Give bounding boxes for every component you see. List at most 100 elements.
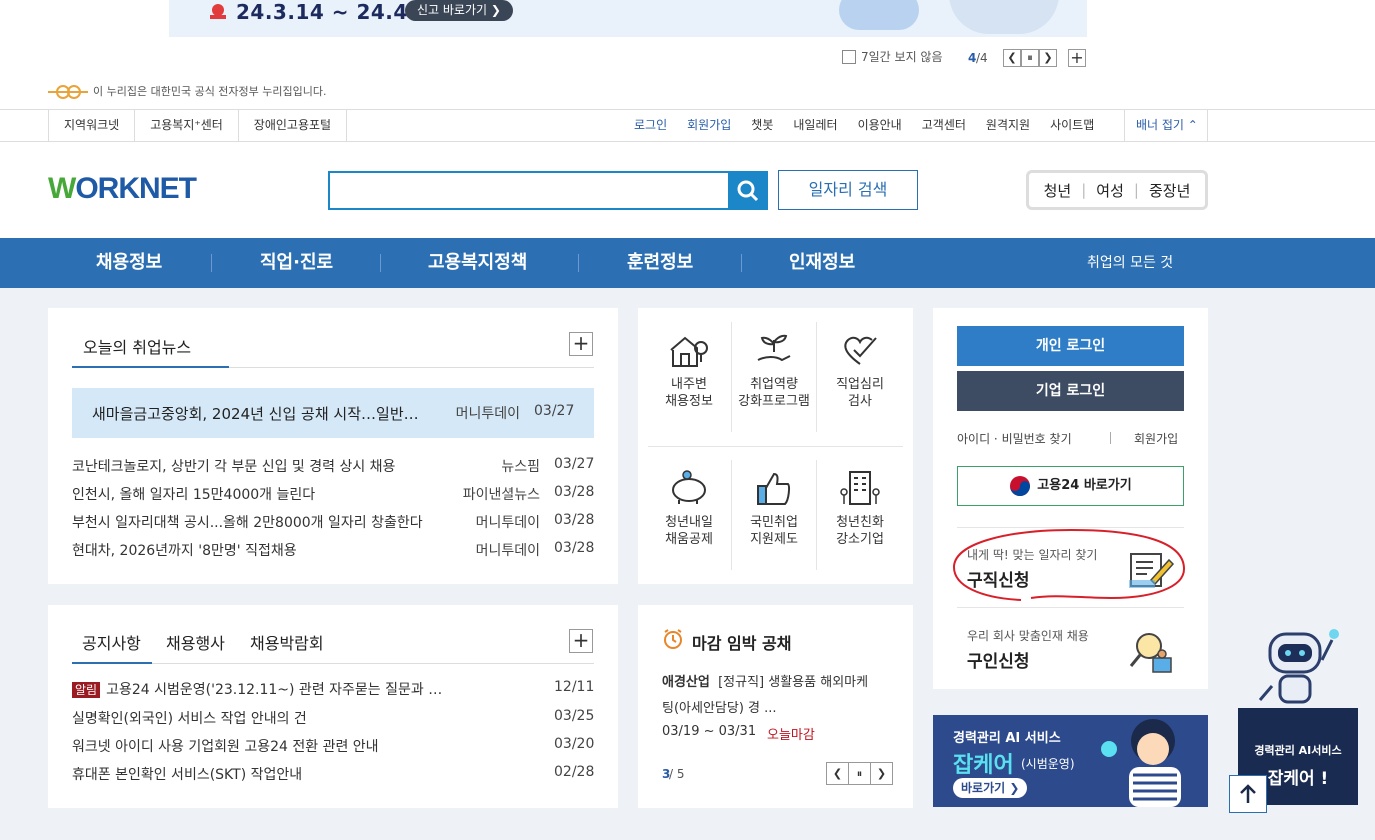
search-input[interactable] xyxy=(328,171,730,210)
news-date: 03/28 xyxy=(554,540,595,556)
notice-item[interactable]: 실명확인(외국인) 서비스 작업 안내의 건 03/25 xyxy=(72,708,594,728)
worknet-logo[interactable]: WORKNET xyxy=(48,172,197,206)
util-customer-link[interactable]: 고객센터 xyxy=(912,109,976,142)
nav-recruit[interactable]: 채용정보 xyxy=(96,238,162,288)
search-icon xyxy=(737,180,759,202)
news-item[interactable]: 부천시 일자리대책 공시...올해 2만8000개 일자리 창출한다 머니투데이… xyxy=(72,512,594,532)
notice-item[interactable]: 휴대폰 본인확인 서비스(SKT) 작업안내 02/28 xyxy=(72,764,594,784)
deadline-pause-button[interactable]: ⏸ xyxy=(848,762,871,785)
news-highlight-row[interactable]: 새마을금고중앙회, 2024년 신입 공채 시작…일반… 머니투데이 03/27 xyxy=(92,403,574,423)
job-search-button[interactable]: 일자리 검색 xyxy=(778,170,918,210)
banner-fold-button[interactable]: 배너 접기 ⌃ xyxy=(1124,109,1208,142)
util-login-link[interactable]: 로그인 xyxy=(624,109,677,142)
news-title: 부천시 일자리대책 공시...올해 2만8000개 일자리 창출한다 xyxy=(72,515,423,531)
nav-training[interactable]: 훈련정보 xyxy=(627,238,693,288)
taegeuk-icon xyxy=(1010,475,1031,496)
news-item[interactable]: 코난테크놀로지, 상반기 각 부문 신입 및 경력 상시 채용 뉴스핌 03/2… xyxy=(72,456,594,476)
news-item[interactable]: 인천시, 올해 일자리 15만4000개 늘린다 파이낸셜뉴스 03/28 xyxy=(72,484,594,504)
company-login-button[interactable]: 기업 로그인 xyxy=(957,371,1184,411)
util-guide-link[interactable]: 이용안내 xyxy=(848,109,912,142)
quick-youth-savings[interactable]: 청년내일 채움공제 xyxy=(646,468,732,548)
age-middle-link[interactable]: 중장년 xyxy=(1139,180,1200,201)
link-welfare-center[interactable]: 고용복지⁺센터 xyxy=(134,109,238,142)
ai-banner-go-button[interactable]: 바로가기 ❯ xyxy=(953,778,1028,798)
family-site-links: 지역워크넷 고용복지⁺센터 장애인고용포털 xyxy=(48,109,348,142)
util-chatbot-link[interactable]: 챗봇 xyxy=(741,109,783,142)
util-signup-link[interactable]: 회원가입 xyxy=(677,109,741,142)
ai-banner-brand: 잡케어 xyxy=(953,753,1014,778)
jobcare-ai-banner[interactable]: 경력관리 AI 서비스 잡케어 (시범운영) 바로가기 ❯ xyxy=(933,715,1208,807)
deadline-prev-button[interactable]: ❮ xyxy=(826,762,849,785)
nav-talent[interactable]: 인재정보 xyxy=(789,238,855,288)
alarm-clock-icon xyxy=(664,629,682,649)
deadline-next-button[interactable]: ❯ xyxy=(870,762,893,785)
nav-welfare-policy[interactable]: 고용복지정책 xyxy=(428,238,527,288)
link-disability-portal[interactable]: 장애인고용포털 xyxy=(237,109,348,142)
news-more-button[interactable]: + xyxy=(569,332,593,356)
egov-notice: 이 누리집은 대한민국 공식 전자정부 누리집입니다. xyxy=(93,85,327,98)
notice-item[interactable]: 워크넷 아이디 사용 기업회원 고용24 전환 관련 안내 03/20 xyxy=(72,736,594,756)
news-date: 03/27 xyxy=(554,456,595,472)
go24-label: 고용24 바로가기 xyxy=(1037,478,1132,493)
deadline-job-item[interactable]: 애경산업 [정규직] 생활용품 해외마케 팅(아세안담당) 경 ... xyxy=(662,670,892,722)
utility-menu: 로그인 회원가입 챗봇 내일레터 이용안내 고객센터 원격지원 사이트맵 xyxy=(624,109,1104,142)
deadline-desc: [정규직] 생활용품 해외마케 xyxy=(718,675,869,690)
tab-job-fair[interactable]: 채용박람회 xyxy=(250,630,324,654)
top-promo-banner[interactable]: 24.3.14 ~ 24.4.13 신고 바로가기 ❯ xyxy=(169,0,1087,37)
report-button[interactable]: 신고 바로가기 ❯ xyxy=(405,0,513,21)
news-highlight-title: 새마을금고중앙회, 2024년 신입 공채 시작…일반… xyxy=(92,405,419,423)
deadline-desc-2: 팅(아세안담당) 경 ... xyxy=(662,701,777,716)
banner-prev-button[interactable]: ❮ xyxy=(1003,49,1021,67)
red-circle-annotation xyxy=(952,528,1186,601)
news-title: 코난테크놀로지, 상반기 각 부문 신입 및 경력 상시 채용 xyxy=(72,459,396,475)
quick-psych-test[interactable]: 직업심리 검사 xyxy=(817,330,903,410)
banner-plus-button[interactable]: + xyxy=(1068,49,1086,67)
deadline-status: 오늘마감 xyxy=(767,728,815,743)
quick-youth-friendly-company[interactable]: 청년친화 강소기업 xyxy=(817,468,903,548)
notice-date: 02/28 xyxy=(554,764,595,780)
age-women-link[interactable]: 여성 xyxy=(1086,180,1134,201)
tab-notice[interactable]: 공지사항 xyxy=(82,630,141,654)
tab-active-underline xyxy=(72,662,152,664)
tab-today-news[interactable]: 오늘의 취업뉴스 xyxy=(83,334,191,358)
news-date: 03/28 xyxy=(554,512,595,528)
quick-national-employment[interactable]: 국민취업 지원제도 xyxy=(731,468,817,548)
find-id-password-link[interactable]: 아이디 · 비밀번호 찾기 xyxy=(957,430,1072,447)
news-source: 파이낸셜뉴스 xyxy=(462,487,540,503)
robot-icon xyxy=(1258,629,1339,704)
news-source: 뉴스핌 xyxy=(501,459,540,475)
nav-all-menu[interactable]: 취업의 모든 것 xyxy=(1087,238,1173,288)
search-button[interactable] xyxy=(728,171,768,210)
tab-active-underline xyxy=(72,366,229,368)
notice-more-button[interactable]: + xyxy=(569,629,593,653)
hire-link[interactable]: 구인신청 xyxy=(967,647,1030,672)
hide-7days-label: 7일간 보지 않음 xyxy=(861,50,943,64)
thumbs-up-icon xyxy=(757,472,790,505)
siren-icon xyxy=(210,4,226,19)
signup-link[interactable]: 회원가입 xyxy=(1134,430,1178,447)
hide-7days-checkbox[interactable] xyxy=(842,50,856,64)
news-item[interactable]: 현대차, 2026년까지 '8만명' 직접채용 머니투데이 03/28 xyxy=(72,540,594,560)
link-local-worknet[interactable]: 지역워크넷 xyxy=(48,109,134,142)
building-icon xyxy=(840,471,880,505)
news-title: 현대차, 2026년까지 '8만명' 직접채용 xyxy=(72,543,297,559)
age-youth-link[interactable]: 청년 xyxy=(1034,180,1082,201)
banner-pause-button[interactable]: ⏸ xyxy=(1021,49,1039,67)
go-goyong24-button[interactable]: 고용24 바로가기 xyxy=(957,466,1184,506)
quick-employability-program[interactable]: 취업역량 강화프로그램 xyxy=(731,330,817,410)
nav-career[interactable]: 직업·진로 xyxy=(260,238,333,288)
tab-recruit-events[interactable]: 채용행사 xyxy=(166,630,225,654)
talent-search-icon xyxy=(1129,633,1172,673)
notice-title: 워크넷 아이디 사용 기업회원 고용24 전환 관련 안내 xyxy=(72,739,379,755)
banner-next-button[interactable]: ❯ xyxy=(1039,49,1057,67)
util-letter-link[interactable]: 내일레터 xyxy=(783,109,847,142)
util-sitemap-link[interactable]: 사이트맵 xyxy=(1040,109,1104,142)
util-remote-link[interactable]: 원격지원 xyxy=(976,109,1040,142)
notice-item[interactable]: 알림 고용24 시범운영('23.12.11~) 관련 자주묻는 질문과 … 12… xyxy=(72,679,594,699)
personal-login-button[interactable]: 개인 로그인 xyxy=(957,326,1184,366)
egov-logo-icon xyxy=(48,85,88,99)
scroll-top-button[interactable] xyxy=(1229,775,1267,813)
logo-w: W xyxy=(48,172,76,205)
quick-nearby-jobs[interactable]: 내주변 채용정보 xyxy=(646,330,732,410)
deadline-period: 03/19 ~ 03/31 xyxy=(662,724,757,739)
